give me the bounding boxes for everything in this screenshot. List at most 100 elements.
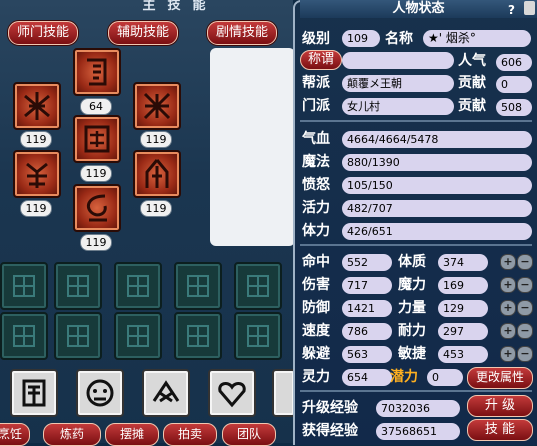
stamina-value: 426/651 [342, 223, 532, 240]
dodge-value: 563 [342, 346, 392, 363]
skill-description-panel [210, 48, 295, 246]
constitution-minus-button[interactable]: − [517, 254, 533, 270]
strength-plus-button[interactable]: + [500, 300, 516, 316]
school-contribution-label: 贡献 [458, 98, 486, 114]
gained-exp-label: 获得经验 [302, 423, 358, 439]
school-value: 女儿村 [342, 98, 454, 115]
empty-skill-slot[interactable] [54, 262, 102, 310]
skill-icon-2[interactable] [13, 82, 61, 130]
tab-story-skills[interactable]: 剧情技能 [207, 21, 277, 45]
strength-label: 力量 [398, 300, 426, 316]
endurance-minus-button[interactable]: − [517, 323, 533, 339]
constitution-label: 体质 [398, 254, 426, 270]
anger-label: 愤怒 [302, 177, 330, 193]
agility-value: 453 [438, 346, 488, 363]
life-skill-icon-1[interactable] [10, 369, 58, 417]
magic-power-label: 魔力 [398, 277, 426, 293]
status-window-title: 人物状态 [300, 0, 537, 18]
empty-skill-slot[interactable] [174, 312, 222, 360]
spirit-label: 灵力 [302, 369, 330, 385]
agility-plus-button[interactable]: + [500, 346, 516, 362]
endurance-plus-button[interactable]: + [500, 323, 516, 339]
empty-skill-slot[interactable] [0, 312, 48, 360]
hit-value: 552 [342, 254, 392, 271]
skill-level-1: 64 [80, 98, 112, 115]
empty-skill-slot[interactable] [234, 312, 282, 360]
gang-value: 颠覆メ王朝 [342, 75, 454, 92]
potential-label: 潜力 [390, 369, 418, 385]
skill-icon-1[interactable] [73, 48, 121, 96]
skill-icon-4[interactable] [73, 115, 121, 163]
defense-label: 防御 [302, 300, 330, 316]
divider [300, 120, 532, 122]
empty-skill-slot[interactable] [54, 312, 102, 360]
level-label: 级别 [302, 31, 330, 47]
potential-value: 0 [427, 369, 463, 386]
gang-contribution-label: 贡献 [458, 75, 486, 91]
level-value: 109 [342, 30, 380, 47]
defense-value: 1421 [342, 300, 392, 317]
name-value: ★' 烟杀° [423, 30, 531, 47]
empty-skill-slot[interactable] [0, 262, 48, 310]
tab-school-skills[interactable]: 师门技能 [8, 21, 78, 45]
strength-minus-button[interactable]: − [517, 300, 533, 316]
tab-assist-skills[interactable]: 辅助技能 [108, 21, 178, 45]
magic-power-value: 169 [438, 277, 488, 294]
skill-level-5: 119 [20, 200, 52, 217]
spirit-value: 654 [342, 369, 392, 386]
speed-value: 786 [342, 323, 392, 340]
help-button[interactable]: ? [508, 3, 522, 17]
divider [300, 244, 532, 246]
life-skill-icon-3[interactable] [142, 369, 190, 417]
hp-value: 4664/4664/5478 [342, 131, 532, 148]
magic-power-plus-button[interactable]: + [500, 277, 516, 293]
hp-label: 气血 [302, 131, 330, 147]
vitality-value: 482/707 [342, 200, 532, 217]
school-label: 门派 [302, 98, 330, 114]
title-value [342, 52, 454, 69]
skill-icon-7[interactable] [73, 184, 121, 232]
empty-skill-slot[interactable] [114, 262, 162, 310]
empty-skill-slot[interactable] [114, 312, 162, 360]
level-up-button[interactable]: 升 级 [467, 395, 533, 417]
damage-label: 伤害 [302, 277, 330, 293]
gang-label: 帮派 [302, 75, 330, 91]
skill-level-6: 119 [140, 200, 172, 217]
upgrade-exp-value: 7032036 [376, 400, 460, 417]
close-button[interactable] [524, 1, 535, 15]
popularity-value: 606 [496, 54, 532, 71]
hit-label: 命中 [302, 254, 330, 270]
gang-contribution-value: 0 [496, 76, 532, 93]
empty-skill-slot[interactable] [174, 262, 222, 310]
empty-skill-slot[interactable] [234, 262, 282, 310]
school-contribution-value: 508 [496, 99, 532, 116]
skill-window-title: 主技能 [142, 0, 218, 13]
life-skill-icon-2[interactable] [76, 369, 124, 417]
popularity-label: 人气 [458, 53, 486, 69]
title-button[interactable]: 称谓 [300, 50, 342, 70]
life-skill-icon-4[interactable] [208, 369, 256, 417]
skills-button[interactable]: 技 能 [467, 419, 533, 441]
mp-value: 880/1390 [342, 154, 532, 171]
skill-level-2: 119 [20, 131, 52, 148]
magic-power-minus-button[interactable]: − [517, 277, 533, 293]
dodge-label: 躲避 [302, 346, 330, 362]
endurance-label: 耐力 [398, 323, 426, 339]
skill-level-3: 119 [140, 131, 172, 148]
skill-icon-6[interactable] [133, 150, 181, 198]
constitution-plus-button[interactable]: + [500, 254, 516, 270]
endurance-value: 297 [438, 323, 488, 340]
upgrade-exp-label: 升级经验 [302, 400, 358, 416]
skill-icon-3[interactable] [133, 82, 181, 130]
stamina-label: 体力 [302, 223, 330, 239]
divider [300, 390, 532, 392]
change-attributes-button[interactable]: 更改属性 [467, 367, 533, 389]
skill-icon-5[interactable] [13, 150, 61, 198]
skill-level-4: 119 [80, 165, 112, 182]
agility-label: 敏捷 [398, 346, 426, 362]
vitality-label: 活力 [302, 200, 330, 216]
skill-level-7: 119 [80, 234, 112, 251]
agility-minus-button[interactable]: − [517, 346, 533, 362]
anger-value: 105/150 [342, 177, 532, 194]
constitution-value: 374 [438, 254, 488, 271]
